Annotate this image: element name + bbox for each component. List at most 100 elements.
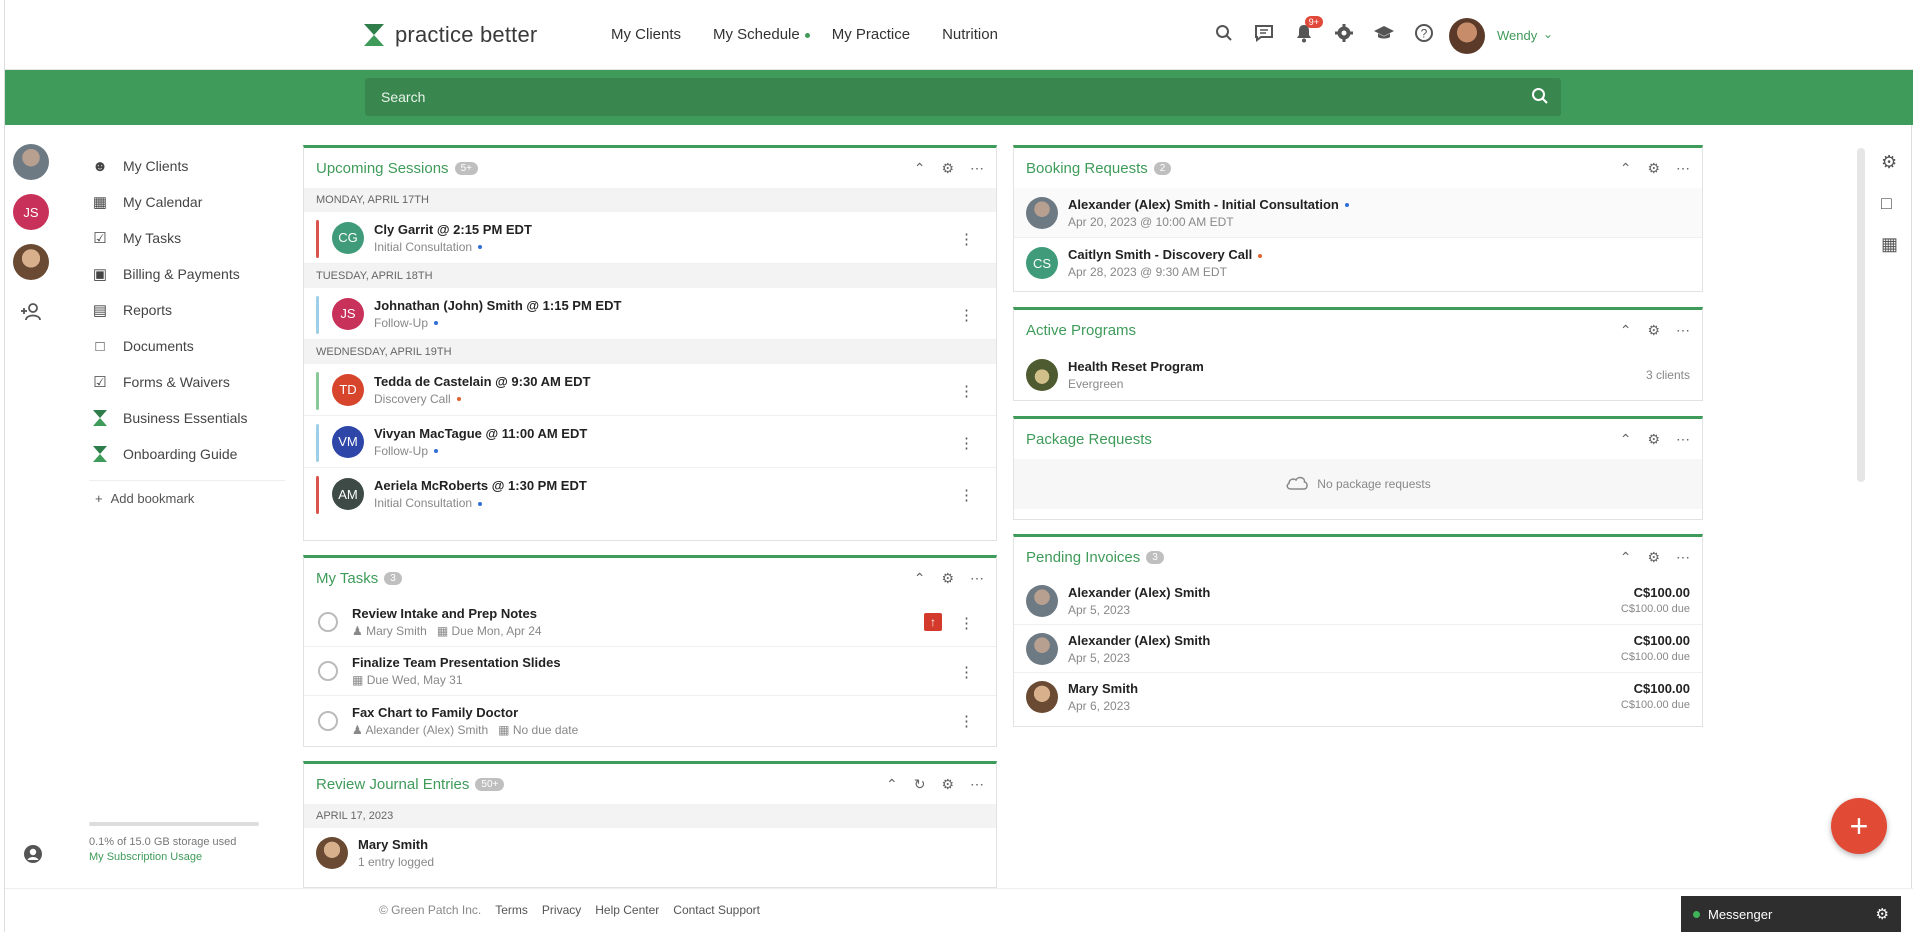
add-bookmark-button[interactable]: + Add bookmark	[89, 491, 289, 506]
footer-link-help-center[interactable]: Help Center	[595, 903, 659, 917]
more-options-icon[interactable]: ⋯	[1676, 431, 1690, 448]
footer-link-contact-support[interactable]: Contact Support	[673, 903, 760, 917]
panel-title[interactable]: Booking Requests	[1026, 160, 1148, 177]
kebab-menu-icon[interactable]: ⋮	[959, 712, 974, 730]
help-icon[interactable]: ?	[1413, 22, 1435, 44]
quick-add-button[interactable]: +	[1831, 798, 1887, 854]
panel-title[interactable]: Active Programs	[1026, 322, 1136, 339]
search-submit-icon[interactable]	[1531, 87, 1549, 110]
collapse-chevron-icon[interactable]: ⌃	[886, 776, 898, 793]
panel-title[interactable]: Review Journal Entries	[316, 776, 469, 793]
program-name: Health Reset Program	[1068, 359, 1204, 374]
session-row[interactable]: CG Cly Garrit @ 2:15 PM EDT Initial Consu…	[304, 212, 996, 264]
kebab-menu-icon[interactable]: ⋮	[959, 434, 974, 452]
gear-icon[interactable]: ⚙	[1647, 549, 1660, 566]
more-options-icon[interactable]: ⋯	[1676, 549, 1690, 566]
sidebar-item-my-calendar[interactable]: ▦ My Calendar	[89, 184, 289, 220]
collapse-chevron-icon[interactable]: ⌃	[914, 570, 926, 587]
notifications-bell-icon[interactable]: 9+	[1293, 16, 1323, 44]
collapse-chevron-icon[interactable]: ⌃	[1620, 322, 1632, 339]
invoice-row[interactable]: Mary Smith Apr 6, 2023 C$100.00 C$100.00 d…	[1014, 673, 1702, 721]
sidebar-item-documents[interactable]: □ Documents	[89, 328, 289, 364]
subscription-usage-link[interactable]: My Subscription Usage	[89, 851, 259, 863]
gear-icon[interactable]: ⚙	[1647, 160, 1660, 177]
chat-icon[interactable]	[1253, 22, 1275, 44]
settings-gear-icon[interactable]	[1333, 22, 1355, 44]
user-avatar[interactable]	[1449, 18, 1485, 54]
more-options-icon[interactable]: ⋯	[1676, 322, 1690, 339]
panel-title[interactable]: Pending Invoices	[1026, 549, 1140, 566]
kebab-menu-icon[interactable]: ⋮	[959, 306, 974, 324]
scrollbar[interactable]	[1857, 148, 1865, 482]
sidebar-item-onboarding-guide[interactable]: Onboarding Guide	[89, 436, 289, 472]
session-row[interactable]: AM Aeriela McRoberts @ 1:30 PM EDT Initia…	[304, 468, 996, 520]
search-icon[interactable]	[1213, 22, 1235, 44]
nav-my-practice[interactable]: My Practice	[832, 26, 910, 43]
task-complete-checkbox[interactable]	[318, 710, 338, 731]
sidebar-item-my-clients[interactable]: ☻ My Clients	[89, 148, 289, 184]
nav-nutrition[interactable]: Nutrition	[942, 26, 998, 43]
gear-icon[interactable]: ⚙	[941, 570, 954, 587]
invoice-row[interactable]: Alexander (Alex) Smith Apr 5, 2023 C$100.…	[1014, 625, 1702, 673]
nav-my-clients[interactable]: My Clients	[611, 26, 681, 43]
gear-icon[interactable]: ⚙	[941, 776, 954, 793]
sidebar-item-billing[interactable]: ▣ Billing & Payments	[89, 256, 289, 292]
graduation-cap-icon[interactable]	[1373, 22, 1395, 44]
gear-icon[interactable]: ⚙	[1647, 322, 1660, 339]
kebab-menu-icon[interactable]: ⋮	[959, 230, 974, 248]
recent-client-initials-avatar[interactable]: JS	[13, 194, 49, 230]
dashboard-grid-icon[interactable]: ▦	[1881, 234, 1898, 255]
more-options-icon[interactable]: ⋯	[970, 160, 984, 177]
search-input[interactable]	[365, 78, 1561, 116]
session-row[interactable]: TD Tedda de Castelain @ 9:30 AM EDT Disco…	[304, 364, 996, 416]
kebab-menu-icon[interactable]: ⋮	[959, 382, 974, 400]
sidebar-item-forms[interactable]: ☑ Forms & Waivers	[89, 364, 289, 400]
account-icon[interactable]	[23, 844, 43, 870]
task-complete-checkbox[interactable]	[318, 612, 338, 632]
sidebar-item-my-tasks[interactable]: ☑ My Tasks	[89, 220, 289, 256]
panel-title[interactable]: Upcoming Sessions	[316, 160, 449, 177]
collapse-chevron-icon[interactable]: ⌃	[914, 160, 926, 177]
invoice-row[interactable]: Alexander (Alex) Smith Apr 5, 2023 C$100.…	[1014, 577, 1702, 625]
nav-my-schedule[interactable]: My Schedule	[713, 26, 810, 43]
gear-icon[interactable]: ⚙	[1881, 152, 1898, 173]
logo[interactable]: practice better	[363, 22, 537, 48]
booking-request-row[interactable]: Alexander (Alex) Smith - Initial Consult…	[1014, 188, 1702, 238]
footer-link-privacy[interactable]: Privacy	[542, 903, 581, 917]
kebab-menu-icon[interactable]: ⋮	[959, 486, 974, 504]
session-row[interactable]: JS Johnathan (John) Smith @ 1:15 PM EDT F…	[304, 288, 996, 340]
footer-link-terms[interactable]: Terms	[495, 903, 528, 917]
chevron-down-icon[interactable]: ⌄	[1543, 27, 1553, 41]
logo-text: practice better	[395, 22, 538, 47]
panel-title[interactable]: Package Requests	[1026, 431, 1152, 448]
sidebar-item-business-essentials[interactable]: Business Essentials	[89, 400, 289, 436]
journal-entry-row[interactable]: Mary Smith 1 entry logged	[304, 828, 996, 878]
booking-request-row[interactable]: CS Caitlyn Smith - Discovery Call Apr 28,…	[1014, 238, 1702, 288]
task-row[interactable]: Fax Chart to Family Doctor ♟ Alexander (A…	[304, 696, 996, 745]
task-complete-checkbox[interactable]	[318, 661, 338, 681]
gear-icon[interactable]: ⚙	[1647, 431, 1660, 448]
collapse-chevron-icon[interactable]: ⌃	[1620, 431, 1632, 448]
task-row[interactable]: Finalize Team Presentation Slides ▦ Due W…	[304, 647, 996, 696]
program-row[interactable]: Health Reset Program Evergreen 3 clients	[1014, 350, 1702, 400]
recent-client-avatar[interactable]	[13, 244, 49, 280]
gear-icon[interactable]: ⚙	[1876, 905, 1889, 923]
kebab-menu-icon[interactable]: ⋮	[959, 614, 974, 632]
refresh-icon[interactable]: ↻	[914, 776, 926, 793]
kebab-menu-icon[interactable]: ⋮	[959, 663, 974, 681]
collapse-chevron-icon[interactable]: ⌃	[1620, 160, 1632, 177]
recent-client-avatar[interactable]	[13, 144, 49, 180]
gear-icon[interactable]: ⚙	[941, 160, 954, 177]
more-options-icon[interactable]: ⋯	[1676, 160, 1690, 177]
add-client-icon[interactable]	[13, 294, 49, 330]
more-options-icon[interactable]: ⋯	[970, 570, 984, 587]
user-name[interactable]: Wendy	[1497, 28, 1537, 43]
add-widget-icon[interactable]: □	[1881, 193, 1898, 214]
session-row[interactable]: VM Vivyan MacTague @ 11:00 AM EDT Follow-…	[304, 416, 996, 468]
collapse-chevron-icon[interactable]: ⌃	[1620, 549, 1632, 566]
sidebar-item-reports[interactable]: ▤ Reports	[89, 292, 289, 328]
task-row[interactable]: Review Intake and Prep Notes ♟ Mary Smith…	[304, 598, 996, 647]
panel-title[interactable]: My Tasks	[316, 570, 378, 587]
more-options-icon[interactable]: ⋯	[970, 776, 984, 793]
messenger-bar[interactable]: Messenger ⚙	[1681, 896, 1901, 932]
